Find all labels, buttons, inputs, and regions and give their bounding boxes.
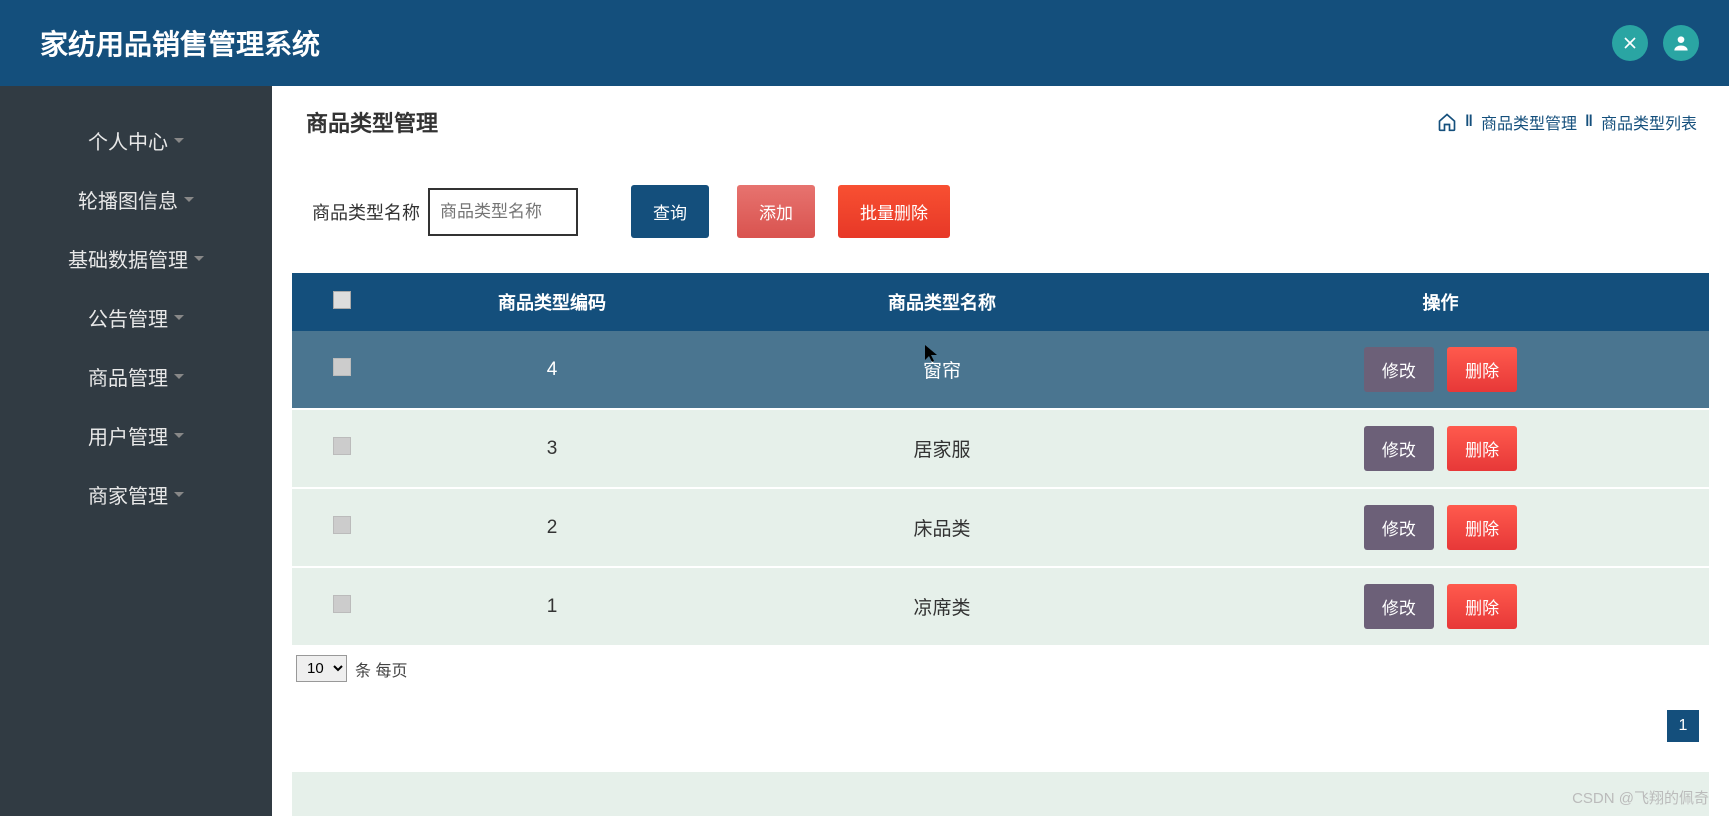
- sidebar-item-label: 商品管理: [88, 362, 168, 391]
- sidebar-item-merchant[interactable]: 商家管理: [0, 465, 272, 524]
- home-icon[interactable]: [1437, 112, 1457, 132]
- col-header-code: 商品类型编码: [392, 273, 712, 331]
- filter-bar: 商品类型名称 查询 添加 批量删除: [292, 150, 1709, 273]
- sidebar-item-label: 商家管理: [88, 480, 168, 509]
- edit-button[interactable]: 修改: [1364, 347, 1434, 392]
- app-header: 家纺用品销售管理系统: [0, 0, 1729, 86]
- table-row[interactable]: 4 窗帘 修改 删除: [292, 331, 1709, 409]
- sidebar-item-user[interactable]: 用户管理: [0, 406, 272, 465]
- sidebar-item-product[interactable]: 商品管理: [0, 347, 272, 406]
- watermark: CSDN @飞翔的佩奇: [1572, 787, 1709, 808]
- sidebar-item-announce[interactable]: 公告管理: [0, 288, 272, 347]
- query-button[interactable]: 查询: [631, 185, 709, 238]
- table-row[interactable]: 1 凉席类 修改 删除: [292, 567, 1709, 646]
- breadcrumb-sep: ‖: [1465, 113, 1473, 131]
- breadcrumb-item[interactable]: 商品类型列表: [1601, 110, 1697, 134]
- edit-button[interactable]: 修改: [1364, 584, 1434, 629]
- table-row[interactable]: 3 居家服 修改 删除: [292, 409, 1709, 488]
- delete-button[interactable]: 删除: [1447, 584, 1517, 629]
- breadcrumb: ‖ 商品类型管理 ‖ 商品类型列表: [1437, 110, 1697, 134]
- chevron-down-icon: [174, 433, 184, 438]
- page-size-select[interactable]: 10: [296, 655, 347, 682]
- chevron-down-icon: [194, 256, 204, 261]
- sidebar-item-label: 个人中心: [88, 126, 168, 155]
- cell-name: 居家服: [712, 409, 1172, 488]
- cell-name: 窗帘: [712, 331, 1172, 409]
- row-checkbox[interactable]: [333, 516, 351, 534]
- row-checkbox[interactable]: [333, 358, 351, 376]
- cell-code: 4: [392, 331, 712, 409]
- sidebar-item-label: 用户管理: [88, 421, 168, 450]
- chevron-down-icon: [184, 197, 194, 202]
- chevron-down-icon: [174, 315, 184, 320]
- breadcrumb-sep: ‖: [1585, 113, 1593, 131]
- breadcrumb-item[interactable]: 商品类型管理: [1481, 110, 1577, 134]
- delete-button[interactable]: 删除: [1447, 505, 1517, 550]
- col-header-name: 商品类型名称: [712, 273, 1172, 331]
- app-title: 家纺用品销售管理系统: [40, 23, 320, 63]
- header-icon-group: [1612, 25, 1699, 61]
- sidebar: 个人中心 轮播图信息 基础数据管理 公告管理 商品管理 用户管理 商家管理: [0, 86, 272, 816]
- sidebar-item-label: 轮播图信息: [78, 185, 178, 214]
- table-row[interactable]: 2 床品类 修改 删除: [292, 488, 1709, 567]
- tools-icon[interactable]: [1612, 25, 1648, 61]
- table-header-row: 商品类型编码 商品类型名称 操作: [292, 273, 1709, 331]
- cell-code: 3: [392, 409, 712, 488]
- delete-button[interactable]: 删除: [1447, 426, 1517, 471]
- page-number[interactable]: 1: [1667, 710, 1699, 742]
- edit-button[interactable]: 修改: [1364, 426, 1434, 471]
- select-all-checkbox[interactable]: [333, 291, 351, 309]
- page-size-row: 10 条 每页: [292, 647, 1709, 690]
- page-size-label: 条 每页: [355, 657, 407, 681]
- pagination: 1: [292, 690, 1709, 752]
- filter-label: 商品类型名称: [312, 199, 420, 225]
- delete-button[interactable]: 删除: [1447, 347, 1517, 392]
- user-icon[interactable]: [1663, 25, 1699, 61]
- page-title: 商品类型管理: [306, 106, 438, 138]
- sidebar-item-label: 公告管理: [88, 303, 168, 332]
- sidebar-item-basedata[interactable]: 基础数据管理: [0, 229, 272, 288]
- cell-name: 凉席类: [712, 567, 1172, 646]
- product-type-table: 商品类型编码 商品类型名称 操作 4 窗帘 修改 删除: [292, 273, 1709, 647]
- footer-area: [292, 772, 1709, 816]
- page-header: 商品类型管理 ‖ 商品类型管理 ‖ 商品类型列表: [292, 106, 1709, 150]
- row-checkbox[interactable]: [333, 437, 351, 455]
- table-container: 商品类型编码 商品类型名称 操作 4 窗帘 修改 删除: [292, 273, 1709, 647]
- row-checkbox[interactable]: [333, 595, 351, 613]
- chevron-down-icon: [174, 138, 184, 143]
- chevron-down-icon: [174, 374, 184, 379]
- col-header-ops: 操作: [1172, 273, 1709, 331]
- sidebar-item-label: 基础数据管理: [68, 244, 188, 273]
- chevron-down-icon: [174, 492, 184, 497]
- main-content: 商品类型管理 ‖ 商品类型管理 ‖ 商品类型列表 商品类型名称 查询 添加 批量…: [272, 86, 1729, 816]
- batch-delete-button[interactable]: 批量删除: [838, 185, 950, 238]
- add-button[interactable]: 添加: [737, 185, 815, 238]
- filter-name-input[interactable]: [428, 188, 578, 236]
- sidebar-item-carousel[interactable]: 轮播图信息: [0, 170, 272, 229]
- cell-name: 床品类: [712, 488, 1172, 567]
- cell-code: 2: [392, 488, 712, 567]
- cell-code: 1: [392, 567, 712, 646]
- edit-button[interactable]: 修改: [1364, 505, 1434, 550]
- sidebar-item-personal[interactable]: 个人中心: [0, 111, 272, 170]
